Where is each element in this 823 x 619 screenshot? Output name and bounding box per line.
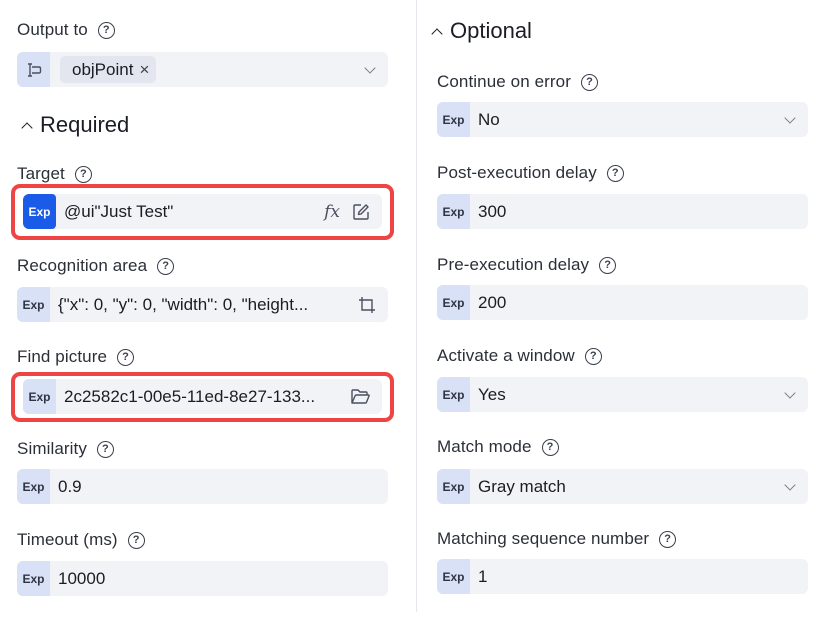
- sequence-number-label-row: Matching sequence number ?: [437, 527, 677, 551]
- match-mode-select[interactable]: Exp Gray match: [437, 469, 808, 504]
- recognition-area-label-row: Recognition area ?: [17, 254, 175, 278]
- exp-toggle[interactable]: Exp: [437, 469, 470, 504]
- sequence-number-input[interactable]: Exp 1: [437, 559, 808, 594]
- output-to-label-row: Output to ?: [17, 18, 115, 42]
- chevron-down-icon[interactable]: [784, 478, 796, 491]
- activity-properties-panel: Output to ? objPoint × Required Target ?…: [0, 0, 823, 619]
- chevron-up-icon: [21, 122, 33, 134]
- fx-icon[interactable]: fx: [324, 202, 340, 222]
- output-to-label: Output to: [17, 20, 88, 39]
- exp-toggle[interactable]: Exp: [23, 379, 56, 414]
- help-icon[interactable]: ?: [97, 21, 115, 39]
- exp-toggle[interactable]: Exp: [437, 285, 470, 320]
- exp-toggle[interactable]: Exp: [437, 102, 470, 137]
- find-picture-value[interactable]: 2c2582c1-00e5-11ed-8e27-133...: [56, 387, 350, 407]
- activate-window-label: Activate a window: [437, 346, 575, 365]
- section-optional-title: Optional: [450, 18, 532, 43]
- activate-window-label-row: Activate a window ?: [437, 344, 602, 368]
- exp-toggle[interactable]: Exp: [437, 194, 470, 229]
- chevron-down-icon[interactable]: [784, 111, 796, 124]
- match-mode-label: Match mode: [437, 437, 532, 456]
- similarity-input[interactable]: Exp 0.9: [17, 469, 388, 504]
- target-label-row: Target ?: [17, 162, 92, 186]
- select-region-icon[interactable]: [358, 296, 376, 314]
- timeout-input[interactable]: Exp 10000: [17, 561, 388, 596]
- match-mode-value: Gray match: [478, 476, 566, 496]
- help-icon[interactable]: ?: [581, 73, 598, 91]
- variable-tag-label: objPoint: [72, 59, 134, 79]
- continue-on-error-select[interactable]: Exp No: [437, 102, 808, 137]
- chevron-down-icon[interactable]: [784, 386, 796, 399]
- post-delay-input[interactable]: Exp 300: [437, 194, 808, 229]
- output-variable-select[interactable]: objPoint ×: [17, 52, 388, 87]
- timeout-label: Timeout (ms): [17, 530, 118, 549]
- remove-tag-icon[interactable]: ×: [139, 60, 149, 80]
- help-icon[interactable]: ?: [117, 348, 135, 366]
- help-icon[interactable]: ?: [599, 256, 617, 274]
- pre-delay-value[interactable]: 200: [470, 293, 808, 313]
- help-icon[interactable]: ?: [606, 164, 624, 182]
- activate-window-value: Yes: [478, 384, 506, 404]
- help-icon[interactable]: ?: [127, 531, 145, 549]
- exp-toggle[interactable]: Exp: [437, 559, 470, 594]
- timeout-label-row: Timeout (ms) ?: [17, 528, 145, 552]
- find-picture-input[interactable]: Exp 2c2582c1-00e5-11ed-8e27-133...: [23, 379, 382, 414]
- target-input[interactable]: Exp @ui"Just Test" fx: [23, 194, 382, 229]
- help-icon[interactable]: ?: [541, 438, 559, 456]
- exp-toggle[interactable]: Exp: [17, 287, 50, 322]
- exp-toggle[interactable]: Exp: [17, 561, 50, 596]
- help-icon[interactable]: ?: [157, 257, 175, 275]
- exp-toggle-active[interactable]: Exp: [23, 194, 56, 229]
- folder-open-icon[interactable]: [350, 388, 370, 406]
- pre-delay-label: Pre-execution delay: [437, 255, 590, 274]
- match-mode-label-row: Match mode ?: [437, 435, 559, 459]
- timeout-value[interactable]: 10000: [50, 569, 388, 589]
- activate-window-select[interactable]: Exp Yes: [437, 377, 808, 412]
- post-delay-value[interactable]: 300: [470, 202, 808, 222]
- section-optional-toggle[interactable]: Optional: [427, 16, 532, 46]
- recognition-area-input[interactable]: Exp {"x": 0, "y": 0, "width": 0, "height…: [17, 287, 388, 322]
- section-required-title: Required: [40, 112, 130, 137]
- edit-icon[interactable]: [352, 203, 370, 221]
- recognition-area-value[interactable]: {"x": 0, "y": 0, "width": 0, "height...: [50, 295, 358, 315]
- continue-on-error-value: No: [478, 109, 500, 129]
- similarity-value[interactable]: 0.9: [50, 477, 388, 497]
- help-icon[interactable]: ?: [659, 530, 677, 548]
- find-picture-label: Find picture: [17, 347, 108, 366]
- exp-toggle[interactable]: Exp: [437, 377, 470, 412]
- exp-toggle[interactable]: Exp: [17, 469, 50, 504]
- variable-icon[interactable]: [17, 52, 50, 87]
- find-picture-label-row: Find picture ?: [17, 345, 135, 369]
- pre-delay-input[interactable]: Exp 200: [437, 285, 808, 320]
- help-icon[interactable]: ?: [96, 440, 114, 458]
- chevron-up-icon: [431, 28, 443, 40]
- post-delay-label: Post-execution delay: [437, 163, 597, 182]
- help-icon[interactable]: ?: [74, 165, 92, 183]
- similarity-label: Similarity: [17, 439, 87, 458]
- chevron-down-icon[interactable]: [364, 61, 376, 74]
- help-icon[interactable]: ?: [584, 347, 602, 365]
- continue-on-error-label: Continue on error: [437, 72, 571, 91]
- recognition-area-label: Recognition area: [17, 256, 148, 275]
- similarity-label-row: Similarity ?: [17, 437, 114, 461]
- column-divider: [416, 0, 417, 612]
- sequence-number-label: Matching sequence number: [437, 529, 650, 548]
- section-required-toggle[interactable]: Required: [17, 110, 129, 140]
- post-delay-label-row: Post-execution delay ?: [437, 161, 624, 185]
- variable-tag: objPoint ×: [60, 56, 157, 83]
- sequence-number-value[interactable]: 1: [470, 567, 808, 587]
- pre-delay-label-row: Pre-execution delay ?: [437, 253, 617, 277]
- target-value[interactable]: @ui"Just Test": [56, 202, 324, 222]
- target-label: Target: [17, 164, 65, 183]
- continue-on-error-label-row: Continue on error ?: [437, 70, 598, 94]
